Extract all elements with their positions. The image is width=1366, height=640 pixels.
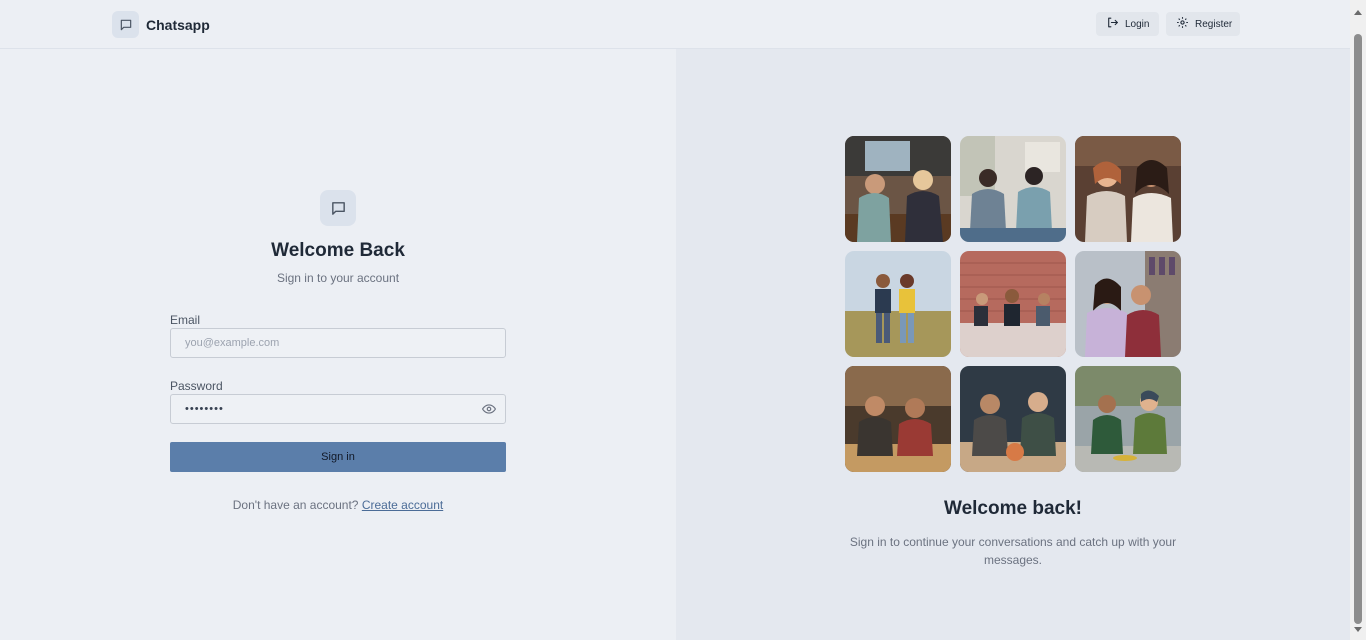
brand-name: Chatsapp	[146, 16, 210, 33]
photo-tile	[1075, 366, 1181, 472]
scroll-up-arrow-icon[interactable]	[1354, 10, 1362, 15]
password-label: Password	[170, 379, 223, 393]
photo-tile	[960, 136, 1066, 242]
scroll-thumb[interactable]	[1354, 34, 1362, 624]
eye-icon[interactable]	[481, 402, 497, 416]
showcase-subtitle: Sign in to continue your conversations a…	[849, 535, 1177, 567]
create-account-link[interactable]: Create account	[362, 498, 443, 512]
photo-tile	[960, 251, 1066, 357]
photo-tile	[845, 136, 951, 242]
photo-tile	[960, 366, 1066, 472]
photo-tile	[845, 251, 951, 357]
scroll-down-arrow-icon[interactable]	[1354, 627, 1362, 632]
page: Chatsapp Login Register Welcome Back Sig…	[0, 0, 1350, 640]
chat-bubble-icon	[320, 190, 356, 226]
email-label: Email	[170, 313, 201, 327]
chat-bubble-icon	[112, 11, 139, 38]
sign-in-button[interactable]: Sign in	[170, 442, 506, 472]
password-field[interactable]	[170, 394, 506, 424]
photo-tile	[1075, 251, 1181, 357]
gear-icon	[1176, 16, 1189, 32]
photo-tile	[1075, 136, 1181, 242]
login-label: Login	[1125, 18, 1150, 30]
brand[interactable]: Chatsapp	[112, 11, 210, 38]
register-label: Register	[1195, 18, 1233, 30]
signup-prompt-row: Don't have an account? Create account	[170, 498, 506, 512]
top-navbar: Chatsapp Login Register	[0, 0, 1350, 49]
photo-tile	[845, 366, 951, 472]
page-subtitle: Sign in to your account	[276, 271, 400, 285]
showcase-panel: Welcome back! Sign in to continue your c…	[676, 49, 1350, 640]
scrollbar[interactable]	[1350, 0, 1366, 640]
email-field[interactable]	[170, 328, 506, 358]
page-title: Welcome Back	[271, 240, 405, 261]
showcase-title: Welcome back!	[944, 498, 1082, 519]
photo-grid	[845, 136, 1181, 472]
register-button[interactable]: Register	[1166, 12, 1240, 36]
login-icon	[1106, 16, 1119, 32]
login-button[interactable]: Login	[1096, 12, 1159, 36]
login-panel: Welcome Back Sign in to your account Ema…	[0, 49, 676, 640]
signup-prompt: Don't have an account?	[232, 498, 359, 512]
